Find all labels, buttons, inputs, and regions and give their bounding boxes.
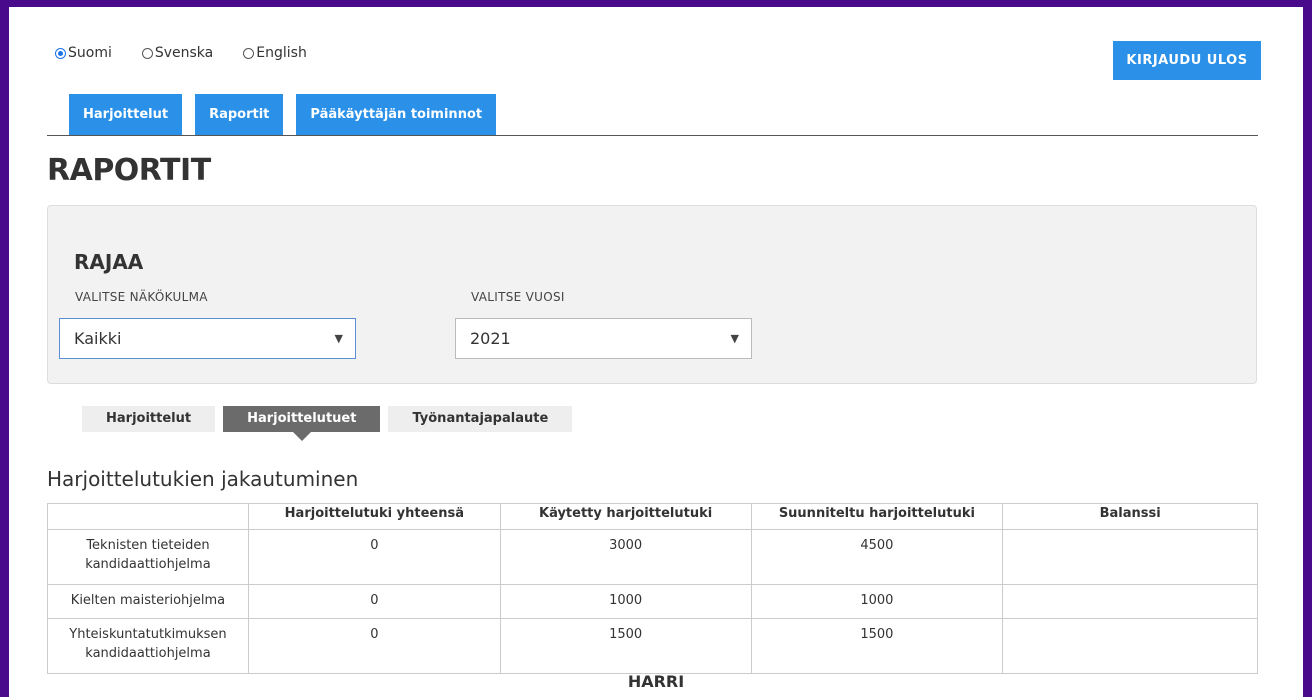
tab-harjoittelut[interactable]: Harjoittelut: [69, 94, 183, 135]
table-cell: 1500: [499, 618, 752, 674]
section-title: Harjoittelutukien jakautuminen: [47, 467, 359, 491]
table-header-row: Harjoittelutuki yhteensä Käytetty harjoi…: [47, 503, 1258, 530]
language-label: English: [256, 45, 307, 61]
table-cell: Teknisten tieteiden kandidaattiohjelma: [47, 529, 249, 585]
subtab-harjoittelutuet[interactable]: Harjoittelutuet: [223, 406, 381, 441]
language-label: Svenska: [154, 45, 214, 61]
table-cell: 0: [247, 584, 501, 619]
chevron-down-icon: ▼: [730, 332, 739, 345]
app-frame: Suomi Svenska English KIRJAUDU ULOS Harj…: [9, 7, 1303, 697]
column-header: Harjoittelutuki yhteensä: [247, 503, 501, 530]
tab-raportit[interactable]: Raportit: [195, 94, 284, 135]
table-cell: 1000: [499, 584, 752, 619]
page-title: RAPORTIT: [47, 153, 211, 188]
year-value: 2021: [470, 329, 511, 348]
logout-button[interactable]: KIRJAUDU ULOS: [1113, 41, 1261, 80]
perspective-label: VALITSE NÄKÖKULMA: [75, 290, 208, 304]
column-header: [47, 503, 249, 530]
support-distribution-table: Harjoittelutuki yhteensä Käytetty harjoi…: [47, 503, 1258, 674]
table-cell: [1002, 618, 1258, 674]
tab-paakayttajan-toiminnot[interactable]: Pääkäyttäjän toiminnot: [296, 94, 497, 135]
column-header: Suunniteltu harjoittelutuki: [750, 503, 1004, 530]
table-cell: 4500: [750, 529, 1004, 585]
year-label: VALITSE VUOSI: [471, 290, 565, 304]
nav-divider: [47, 135, 1258, 136]
table-row: Kielten maisteriohjelma 0 1000 1000: [47, 584, 1258, 619]
language-selector: Suomi Svenska English: [55, 45, 307, 61]
filter-title: RAJAA: [74, 250, 144, 274]
year-select[interactable]: 2021 ▼: [455, 318, 752, 359]
language-option-suomi[interactable]: Suomi: [55, 45, 112, 61]
subtab-tyonantajapalaute[interactable]: Työnantajapalaute: [388, 406, 573, 432]
table-cell: 0: [247, 529, 501, 585]
perspective-value: Kaikki: [74, 329, 122, 348]
table-cell: 1500: [750, 618, 1004, 674]
table-cell: [1002, 584, 1258, 619]
language-option-english[interactable]: English: [243, 45, 307, 61]
table-cell: Kielten maisteriohjelma: [47, 584, 249, 619]
language-label: Suomi: [68, 45, 112, 61]
language-option-svenska[interactable]: Svenska: [141, 45, 214, 61]
table-cell: 0: [247, 618, 501, 674]
report-subtabs: Harjoittelut Harjoittelutuet Työnantajap…: [82, 406, 573, 441]
table-cell: Yhteiskuntatutkimuksen kandidaattiohjelm…: [47, 618, 249, 674]
table-cell: [1002, 529, 1258, 585]
table-row: Yhteiskuntatutkimuksen kandidaattiohjelm…: [47, 618, 1258, 674]
column-header: Balanssi: [1002, 503, 1258, 530]
main-nav: Harjoittelut Raportit Pääkäyttäjän toimi…: [69, 94, 497, 135]
radio-unselected-icon[interactable]: [243, 47, 255, 59]
table-cell: 3000: [499, 529, 752, 585]
table-cell: 1000: [750, 584, 1004, 619]
footer-brand: HARRI: [627, 672, 685, 691]
chevron-down-icon: ▼: [334, 332, 343, 345]
perspective-select[interactable]: Kaikki ▼: [59, 318, 356, 359]
subtab-harjoittelut[interactable]: Harjoittelut: [82, 406, 216, 432]
table-row: Teknisten tieteiden kandidaattiohjelma 0…: [47, 529, 1258, 585]
filter-panel: RAJAA VALITSE NÄKÖKULMA VALITSE VUOSI Ka…: [47, 205, 1257, 384]
radio-selected-icon[interactable]: [55, 47, 66, 59]
column-header: Käytetty harjoittelutuki: [499, 503, 752, 530]
radio-unselected-icon[interactable]: [141, 47, 153, 59]
